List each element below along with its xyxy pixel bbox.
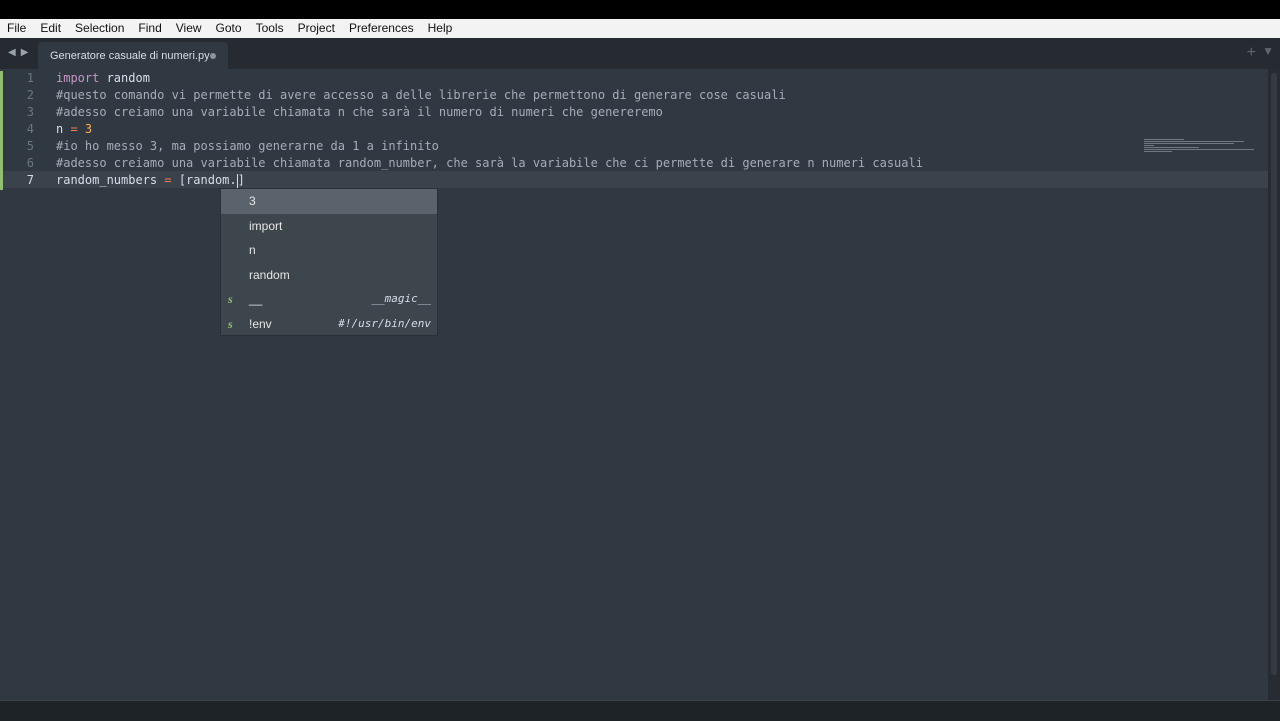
autocomplete-label: import	[249, 218, 283, 233]
autocomplete-label: !env	[249, 316, 272, 331]
snippet-kind-icon: s	[228, 316, 233, 331]
autocomplete-hint: __magic__	[371, 292, 431, 305]
line-number-active: 7	[26, 173, 34, 187]
code-line[interactable]: n = 3	[56, 121, 92, 138]
autocomplete-item[interactable]: s __ __magic__	[221, 287, 437, 312]
menu-preferences[interactable]: Preferences	[342, 19, 421, 38]
tab-nav: ◀ ▶	[8, 47, 28, 58]
line-number: 6	[26, 156, 34, 170]
code-editor[interactable]: 1 2 3 4 5 6 7 import random #questo coma…	[0, 69, 1268, 700]
code-line[interactable]: #questo comando vi permette di avere acc…	[56, 87, 786, 104]
autocomplete-item[interactable]: n	[221, 238, 437, 263]
line-number: 4	[26, 122, 34, 136]
scrollbar-thumb[interactable]	[1271, 73, 1277, 675]
code-line[interactable]: #io ho messo 3, ma possiamo generarne da…	[56, 138, 439, 155]
line-number: 2	[26, 88, 34, 102]
autocomplete-label: n	[249, 243, 256, 257]
menu-tools[interactable]: Tools	[249, 19, 291, 38]
code-line[interactable]: #adesso creiamo una variabile chiamata r…	[56, 155, 923, 172]
menu-view[interactable]: View	[169, 19, 209, 38]
menu-project[interactable]: Project	[291, 19, 342, 38]
code-line-active[interactable]: random_numbers = [random.]	[56, 172, 245, 189]
vertical-scrollbar[interactable]	[1268, 69, 1280, 700]
autocomplete-label: __	[249, 292, 263, 306]
text-cursor	[236, 173, 238, 188]
line-number: 1	[26, 71, 34, 85]
menu-find[interactable]: Find	[131, 19, 168, 38]
unsaved-dot-icon[interactable]	[210, 53, 216, 59]
autocomplete-item[interactable]: s !env #!/usr/bin/env	[221, 312, 437, 337]
autocomplete-label: 3	[249, 194, 256, 208]
arrow-right-icon[interactable]: ▶	[21, 47, 29, 58]
window-top-bar	[0, 0, 1280, 19]
code-line[interactable]: #adesso creiamo una variabile chiamata n…	[56, 104, 663, 121]
menu-edit[interactable]: Edit	[33, 19, 68, 38]
minimap[interactable]	[1144, 139, 1254, 153]
tab-list-chevron-icon[interactable]: ▼	[1262, 44, 1274, 58]
menu-bar: File Edit Selection Find View Goto Tools…	[0, 19, 1280, 38]
code-line[interactable]: import random	[56, 70, 150, 87]
autocomplete-popup: 3 import n random s __ __magic__ s !env …	[220, 188, 438, 336]
tab-bar: ◀ ▶ Generatore casuale di numeri.py + ▼	[0, 38, 1280, 69]
autocomplete-item[interactable]: 3	[221, 189, 437, 214]
autocomplete-label: random	[249, 267, 290, 282]
snippet-kind-icon: s	[228, 292, 233, 306]
tab-title: Generatore casuale di numeri.py	[50, 49, 210, 62]
status-bar	[0, 700, 1280, 721]
line-number: 3	[26, 105, 34, 119]
menu-file[interactable]: File	[0, 19, 33, 38]
new-tab-plus-icon[interactable]: +	[1247, 44, 1256, 62]
autocomplete-hint: #!/usr/bin/env	[338, 316, 431, 330]
menu-goto[interactable]: Goto	[209, 19, 249, 38]
menu-selection[interactable]: Selection	[68, 19, 131, 38]
arrow-left-icon[interactable]: ◀	[8, 47, 16, 58]
autocomplete-item[interactable]: import	[221, 214, 437, 239]
autocomplete-item[interactable]: random	[221, 263, 437, 288]
menu-help[interactable]: Help	[421, 19, 460, 38]
line-number: 5	[26, 139, 34, 153]
tab-active-file[interactable]: Generatore casuale di numeri.py	[38, 42, 228, 69]
